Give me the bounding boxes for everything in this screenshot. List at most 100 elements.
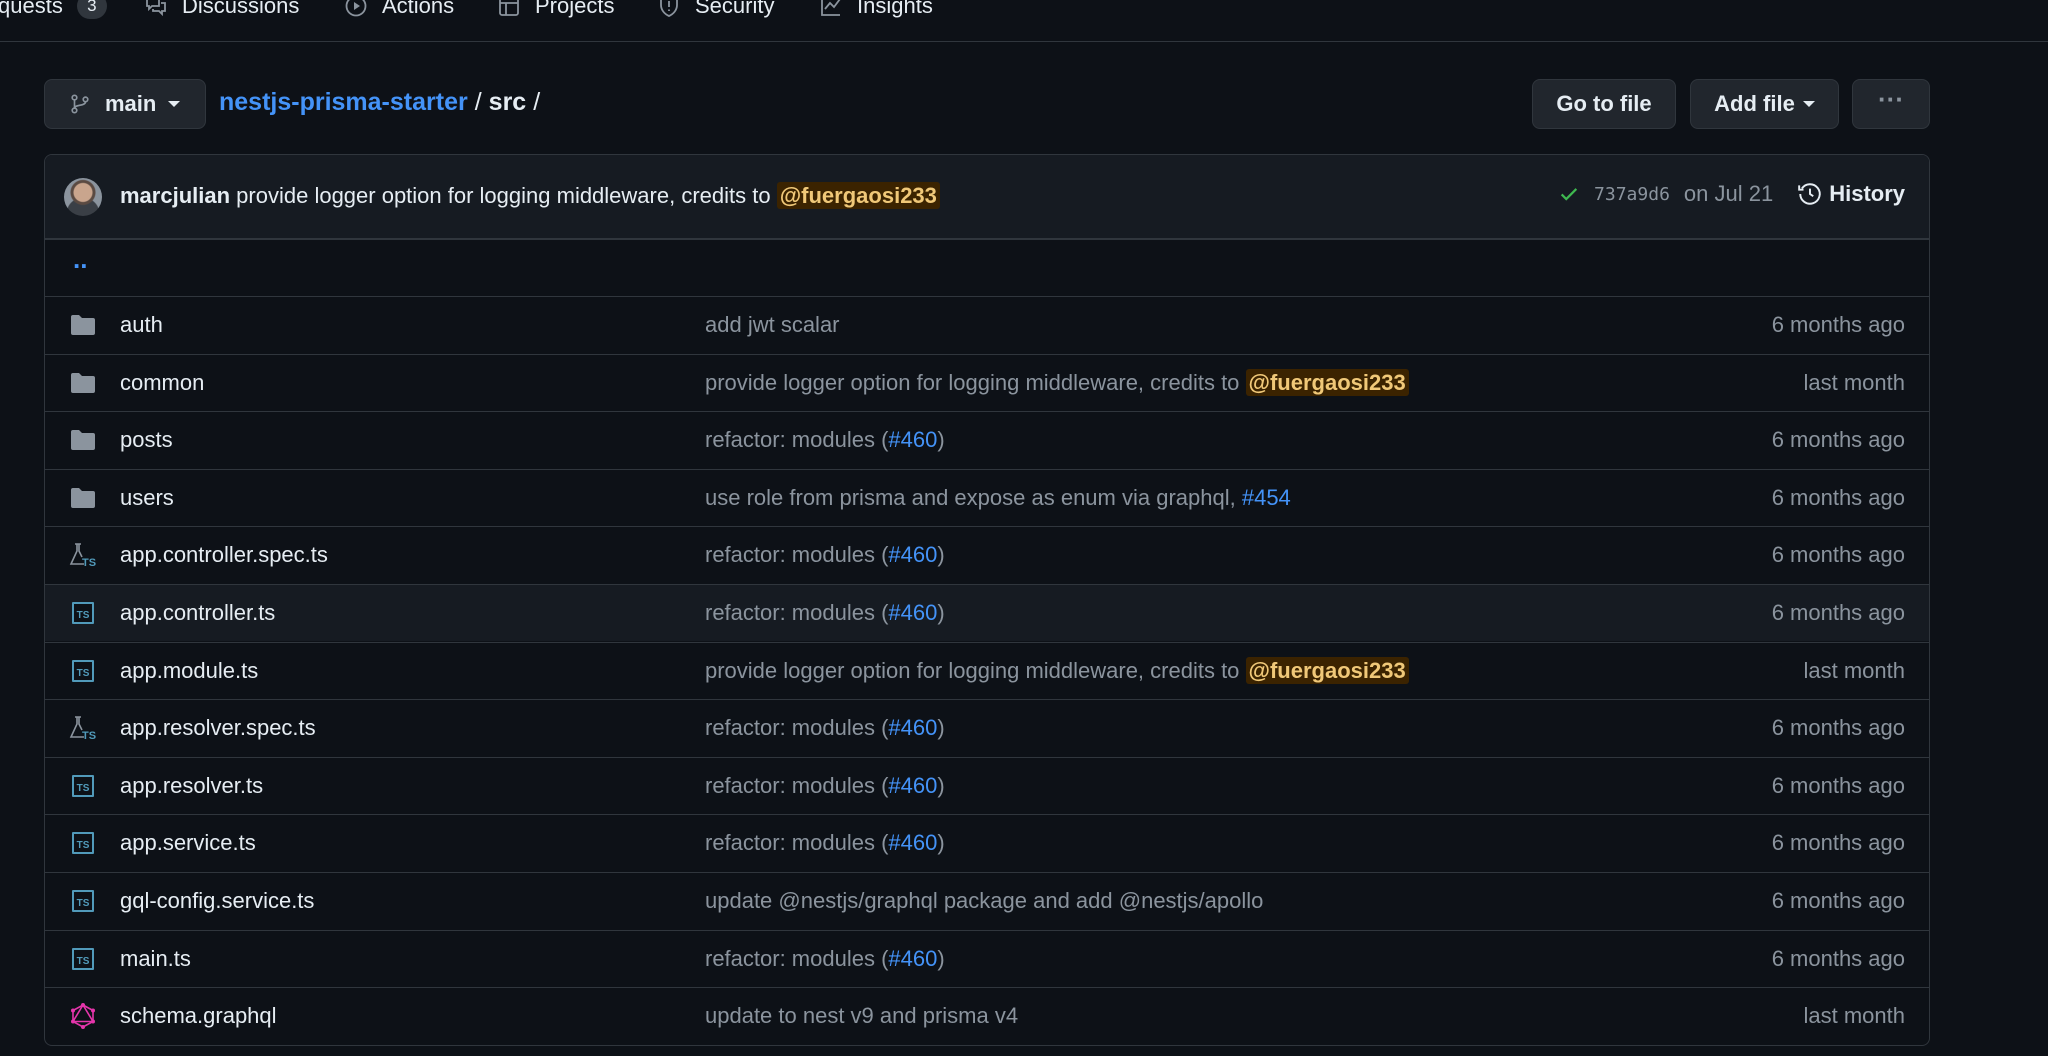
commit-message-link[interactable]: use role from prisma and expose as enum … (705, 485, 1291, 511)
commit-message-suffix: ) (937, 772, 945, 798)
test-file-icon: TS (69, 541, 97, 569)
pull-request-link[interactable]: #460 (888, 542, 937, 567)
commit-message-suffix: ) (937, 427, 945, 453)
branch-selector-button[interactable]: main (44, 79, 206, 129)
table-row[interactable]: common provide logger option for logging … (45, 353, 1929, 411)
commit-message-text: refactor: modules ( (705, 427, 889, 453)
check-icon[interactable] (1558, 183, 1580, 205)
file-name-link[interactable]: gql-config.service.ts (120, 888, 314, 914)
table-row[interactable]: posts refactor: modules (#460) 6 months ag… (45, 411, 1929, 468)
file-name-link[interactable]: auth (120, 312, 163, 338)
breadcrumb-repo-link[interactable]: nestjs-prisma-starter (219, 88, 468, 117)
commit-message-link[interactable]: provide logger option for logging middle… (236, 183, 770, 208)
chevron-down-icon (168, 101, 181, 107)
table-row[interactable]: TS app.resolver.spec.ts refactor: modules … (45, 699, 1929, 756)
avatar[interactable] (64, 178, 102, 216)
play-circle-icon (345, 0, 367, 17)
file-name-link[interactable]: main.ts (120, 946, 191, 972)
commit-message-link[interactable]: provide logger option for logging middle… (705, 656, 1409, 684)
tab-security-label: Security (695, 0, 775, 18)
graphql-file-icon (69, 1002, 97, 1030)
commit-age: 6 months ago (1771, 427, 1905, 453)
table-row[interactable]: users use role from prisma and expose as … (45, 468, 1929, 526)
tab-insights-label: Insights (857, 0, 933, 18)
user-mention-link[interactable]: @fuergaosi233 (1245, 656, 1409, 684)
pull-request-link[interactable]: #460 (888, 427, 937, 452)
file-name-link[interactable]: schema.graphql (120, 1003, 277, 1029)
commit-message-link[interactable]: update to nest v9 and prisma v4 (705, 1003, 1018, 1029)
latest-commit-message: marcjulian provide logger option for log… (120, 182, 940, 209)
svg-text:TS: TS (77, 898, 90, 909)
pull-request-link[interactable]: #460 (888, 715, 937, 740)
commit-message-link[interactable]: refactor: modules (#460) (705, 946, 945, 972)
svg-text:TS: TS (77, 956, 90, 967)
commit-age: last month (1803, 657, 1906, 683)
table-row[interactable]: TS app.module.ts provide logger option for… (45, 641, 1929, 699)
table-row[interactable]: auth add jwt scalar 6 months ago (45, 296, 1929, 353)
chevron-down-icon (1802, 101, 1815, 107)
user-mention-link[interactable]: @fuergaosi233 (776, 182, 940, 209)
pull-request-link[interactable]: #460 (888, 600, 937, 625)
file-name-link[interactable]: app.resolver.spec.ts (120, 715, 316, 741)
commit-message-link[interactable]: refactor: modules (#460) (705, 427, 945, 453)
file-name-link[interactable]: app.module.ts (120, 658, 258, 684)
commit-age: 6 months ago (1771, 600, 1905, 625)
table-icon (499, 0, 519, 16)
commit-sha-link[interactable]: 737a9d6 (1594, 184, 1670, 205)
commit-message-link[interactable]: refactor: modules (#460) (705, 830, 945, 856)
commit-message-text: refactor: modules ( (705, 542, 889, 568)
table-row[interactable]: TS app.resolver.ts refactor: modules (#460… (45, 756, 1929, 814)
commit-message-link[interactable]: refactor: modules (#460) (705, 542, 945, 568)
table-row[interactable]: TS app.controller.ts refactor: modules (#4… (45, 584, 1929, 641)
table-row[interactable]: TS main.ts refactor: modules (#460) 6 month… (45, 929, 1929, 987)
more-options-button[interactable]: ··· (1852, 79, 1930, 129)
file-name-link[interactable]: posts (120, 427, 173, 453)
file-name-link[interactable]: users (120, 485, 174, 511)
table-row[interactable]: TS gql-config.service.ts update @nestjs/gr… (45, 872, 1929, 929)
go-to-file-label: Go to file (1556, 91, 1652, 116)
file-name-link[interactable]: app.controller.spec.ts (120, 542, 328, 568)
commit-message-suffix: ) (937, 715, 945, 741)
tab-discussions[interactable]: Discussions (144, 0, 299, 24)
user-mention-link[interactable]: @fuergaosi233 (1245, 368, 1409, 396)
commit-message-link[interactable]: provide logger option for logging middle… (705, 368, 1409, 396)
kebab-icon: ··· (1878, 83, 1904, 114)
pull-request-link[interactable]: #460 (888, 830, 937, 855)
folder-icon (69, 426, 97, 454)
commit-message-link[interactable]: refactor: modules (#460) (705, 715, 945, 741)
tab-actions[interactable]: Actions (344, 0, 454, 24)
history-link[interactable]: History (1797, 181, 1905, 207)
pull-request-link[interactable]: #460 (888, 773, 937, 798)
svg-text:TS: TS (82, 557, 96, 568)
tab-projects[interactable]: Projects (497, 0, 614, 24)
file-name-link[interactable]: common (120, 370, 204, 396)
pull-request-link[interactable]: #454 (1242, 485, 1291, 510)
commit-message-link[interactable]: refactor: modules (#460) (705, 600, 945, 626)
commit-message-suffix: ) (937, 600, 945, 625)
tab-insights[interactable]: Insights (819, 0, 933, 24)
commit-age: 6 months ago (1771, 888, 1905, 913)
commit-author-link[interactable]: marcjulian (120, 183, 230, 208)
svg-text:TS: TS (77, 610, 90, 621)
tab-security[interactable]: Security (657, 0, 774, 24)
add-file-button[interactable]: Add file (1690, 79, 1839, 129)
commit-message-text: add jwt scalar (705, 312, 840, 337)
typescript-file-icon: TS (69, 887, 97, 915)
go-to-file-button[interactable]: Go to file (1532, 79, 1676, 129)
parent-directory-row[interactable]: .. (45, 239, 1929, 296)
commit-message-link[interactable]: update @nestjs/graphql package and add @… (705, 888, 1263, 914)
svg-text:TS: TS (82, 730, 96, 741)
file-name-link[interactable]: app.service.ts (120, 830, 256, 856)
tab-pull-requests[interactable]: quests 3 (0, 0, 107, 24)
commit-age: 6 months ago (1771, 715, 1905, 741)
commit-message-link[interactable]: add jwt scalar (705, 312, 840, 338)
file-name-link[interactable]: app.controller.ts (120, 600, 275, 626)
commit-message-link[interactable]: refactor: modules (#460) (705, 773, 945, 799)
file-name-link[interactable]: app.resolver.ts (120, 773, 263, 799)
table-row[interactable]: TS app.controller.spec.ts refactor: module… (45, 526, 1929, 583)
repo-nav: quests 3 Discussions Actions Projects Se… (0, 0, 2048, 42)
parent-directory-link[interactable]: .. (73, 244, 87, 275)
pull-request-link[interactable]: #460 (888, 946, 937, 971)
table-row[interactable]: schema.graphql update to nest v9 and pris… (45, 987, 1929, 1044)
table-row[interactable]: TS app.service.ts refactor: modules (#460)… (45, 814, 1929, 871)
